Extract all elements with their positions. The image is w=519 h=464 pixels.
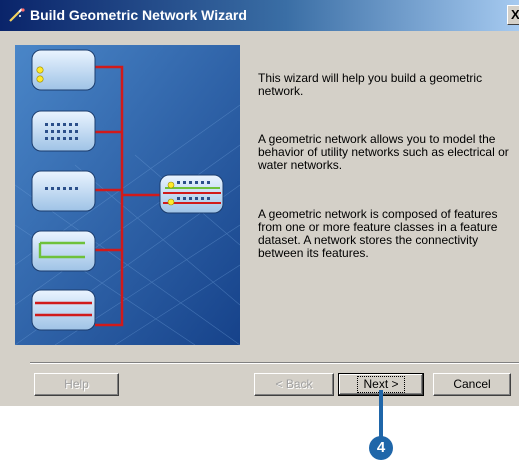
- back-button[interactable]: < Back: [254, 373, 334, 396]
- wizard-wand-icon: [9, 8, 25, 22]
- description-paragraph: A geometric network allows you to model …: [258, 132, 509, 172]
- title-bar[interactable]: Build Geometric Network Wizard X: [0, 0, 519, 31]
- step-callout-badge: 4: [369, 436, 393, 460]
- close-button[interactable]: X: [507, 5, 519, 25]
- window-title: Build Geometric Network Wizard: [30, 7, 247, 23]
- wizard-dialog: Build Geometric Network Wizard X This wi…: [0, 0, 519, 406]
- layer-green-lines: [31, 230, 96, 272]
- help-button[interactable]: Help: [34, 373, 119, 396]
- layer-line-points: [31, 170, 96, 212]
- geometric-network-illustration: [15, 45, 240, 345]
- cancel-button[interactable]: Cancel: [433, 373, 511, 396]
- layer-dense-points: [31, 110, 96, 152]
- composition-paragraph: A geometric network is composed of featu…: [258, 207, 498, 260]
- intro-paragraph: This wizard will help you build a geomet…: [258, 71, 483, 98]
- callout-pointer-line: [379, 390, 383, 438]
- combined-network-layer: [159, 174, 224, 214]
- layer-red-lines: [31, 289, 96, 331]
- layer-points: [31, 49, 96, 91]
- button-separator: [30, 362, 519, 364]
